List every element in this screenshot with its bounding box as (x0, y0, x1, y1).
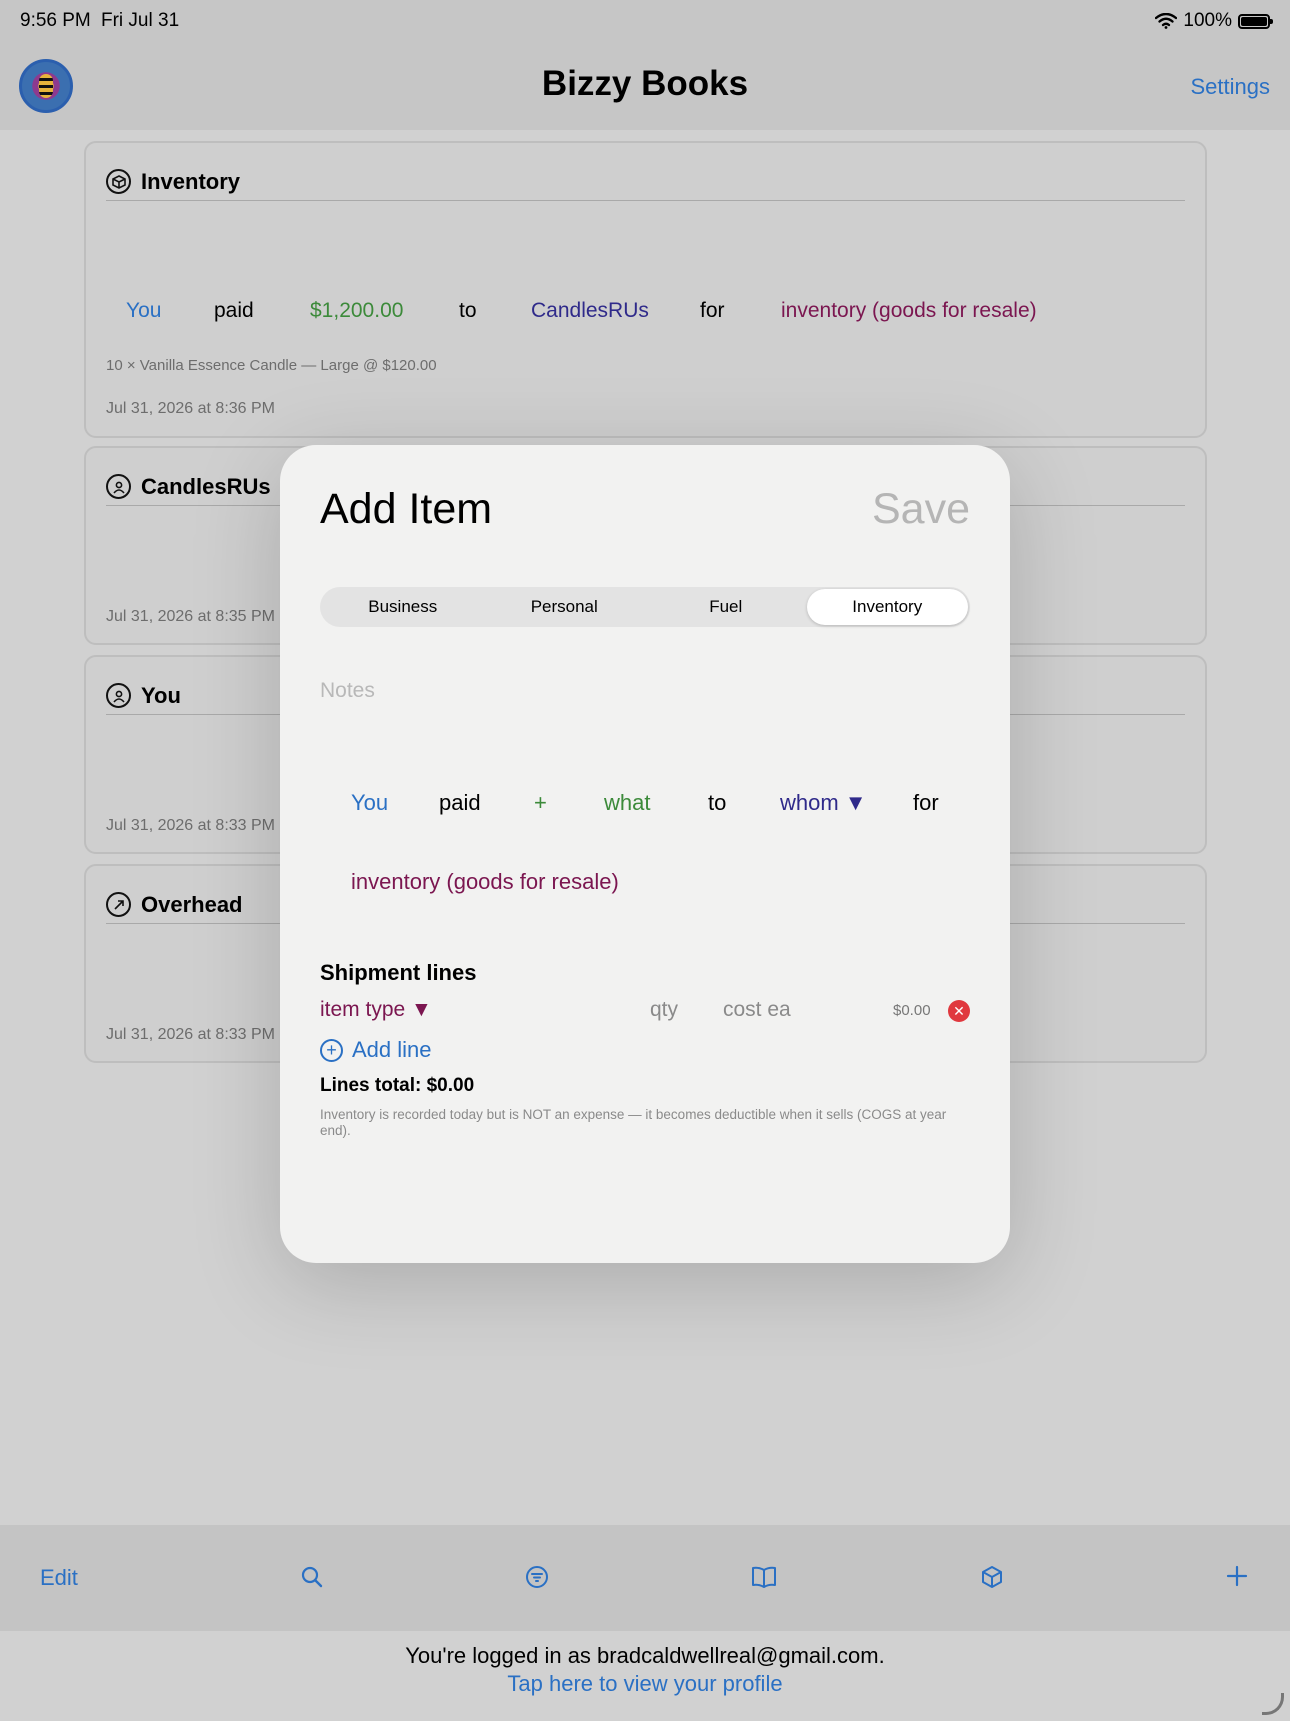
sentence-what[interactable]: what (604, 790, 650, 816)
sentence-category[interactable]: inventory (goods for resale) (351, 869, 619, 895)
card-date: Jul 31, 2026 at 8:35 PM (106, 608, 275, 625)
inventory-note: Inventory is recorded today but is NOT a… (320, 1107, 947, 1138)
sentence-verb: paid (214, 299, 254, 322)
resize-handle-icon[interactable] (1262, 1693, 1284, 1715)
book-icon[interactable] (751, 1565, 777, 1589)
card-date: Jul 31, 2026 at 8:33 PM (106, 1026, 275, 1043)
cost-each-input[interactable]: cost ea (723, 998, 791, 1022)
card-inventory[interactable]: Inventory You paid $1,200.00 to CandlesR… (84, 141, 1207, 438)
sentence-for: for (700, 299, 725, 322)
battery-percent: 100% (1183, 10, 1232, 31)
logged-in-text: You're logged in as bradcaldwellreal@gma… (405, 1643, 885, 1668)
card-header: Inventory (106, 163, 1185, 201)
cube-icon (106, 169, 131, 194)
sentence-to: to (459, 299, 477, 322)
sentence-who[interactable]: You (351, 790, 388, 816)
plus-icon[interactable] (1226, 1565, 1248, 1587)
notes-input[interactable]: Notes (320, 679, 375, 703)
card-title: Inventory (141, 168, 241, 194)
sentence-amount: $1,200.00 (310, 299, 404, 322)
close-icon: ✕ (953, 1003, 965, 1019)
nav-bar: Bizzy Books Settings (0, 42, 1290, 130)
battery-level (1241, 16, 1267, 26)
edit-button[interactable]: Edit (40, 1567, 78, 1589)
filter-icon[interactable] (525, 1565, 549, 1589)
person-circle-icon (106, 474, 131, 499)
status-bar: 9:56 PM Fri Jul 31 100% (0, 0, 1290, 42)
person-circle-icon (106, 683, 131, 708)
sentence-vendor: CandlesRUs (531, 299, 649, 322)
battery-icon (1238, 13, 1273, 29)
type-segmented-control: Business Personal Fuel Inventory (320, 587, 970, 627)
sentence-verb: paid (439, 790, 481, 815)
modal-title: Add Item (320, 485, 493, 533)
add-line-label: Add line (352, 1037, 432, 1062)
footer: You're logged in as bradcaldwellreal@gma… (0, 1631, 1290, 1721)
segment-inventory[interactable]: Inventory (806, 589, 968, 625)
card-line-item: 10 × Vanilla Essence Candle — Large @ $1… (106, 357, 437, 374)
remove-line-button[interactable]: ✕ (948, 1000, 970, 1022)
sentence-to: to (708, 790, 727, 815)
add-item-modal: Add Item Save Business Personal Fuel Inv… (280, 445, 1010, 1263)
segment-fuel[interactable]: Fuel (645, 589, 807, 625)
line-cost: $0.00 (893, 1002, 931, 1019)
add-line-button[interactable]: + Add line (320, 1037, 432, 1063)
sentence-whom[interactable]: whom ▼ (780, 790, 867, 816)
card-date: Jul 31, 2026 at 8:36 PM (106, 400, 275, 417)
sentence-for: for (913, 790, 939, 815)
segment-personal[interactable]: Personal (484, 589, 646, 625)
shipment-lines-title: Shipment lines (320, 960, 477, 985)
page-title: Bizzy Books (541, 64, 749, 103)
arrow-circle-icon (106, 892, 131, 917)
status-date: Fri Jul 31 (101, 10, 180, 31)
shipment-line: item type ▼ qty cost ea $0.00 ✕ (320, 998, 970, 1028)
lines-total: Lines total: $0.00 (320, 1075, 475, 1096)
qty-input[interactable]: qty (650, 998, 678, 1022)
plus-circle-icon: + (320, 1038, 343, 1062)
card-title: Overhead (141, 891, 243, 917)
card-title: You (141, 682, 181, 708)
status-indicators: 100% (1155, 10, 1273, 32)
cube-icon[interactable] (980, 1565, 1004, 1589)
sentence-who: You (126, 299, 162, 322)
item-type-picker[interactable]: item type ▼ (320, 998, 432, 1022)
wifi-icon (1155, 13, 1178, 29)
segment-business[interactable]: Business (322, 589, 484, 625)
settings-button[interactable]: Settings (1191, 74, 1271, 100)
status-time: 9:56 PM (20, 10, 91, 31)
sentence-plus[interactable]: + (534, 790, 547, 816)
save-button[interactable]: Save (872, 485, 970, 534)
sentence-category: inventory (goods for resale) (781, 299, 1037, 322)
view-profile-link[interactable]: Tap here to view your profile (0, 1671, 1290, 1697)
card-date: Jul 31, 2026 at 8:33 PM (106, 817, 275, 834)
card-title: CandlesRUs (141, 473, 271, 499)
bottom-toolbar: Edit (0, 1525, 1290, 1631)
search-icon[interactable] (300, 1565, 324, 1589)
